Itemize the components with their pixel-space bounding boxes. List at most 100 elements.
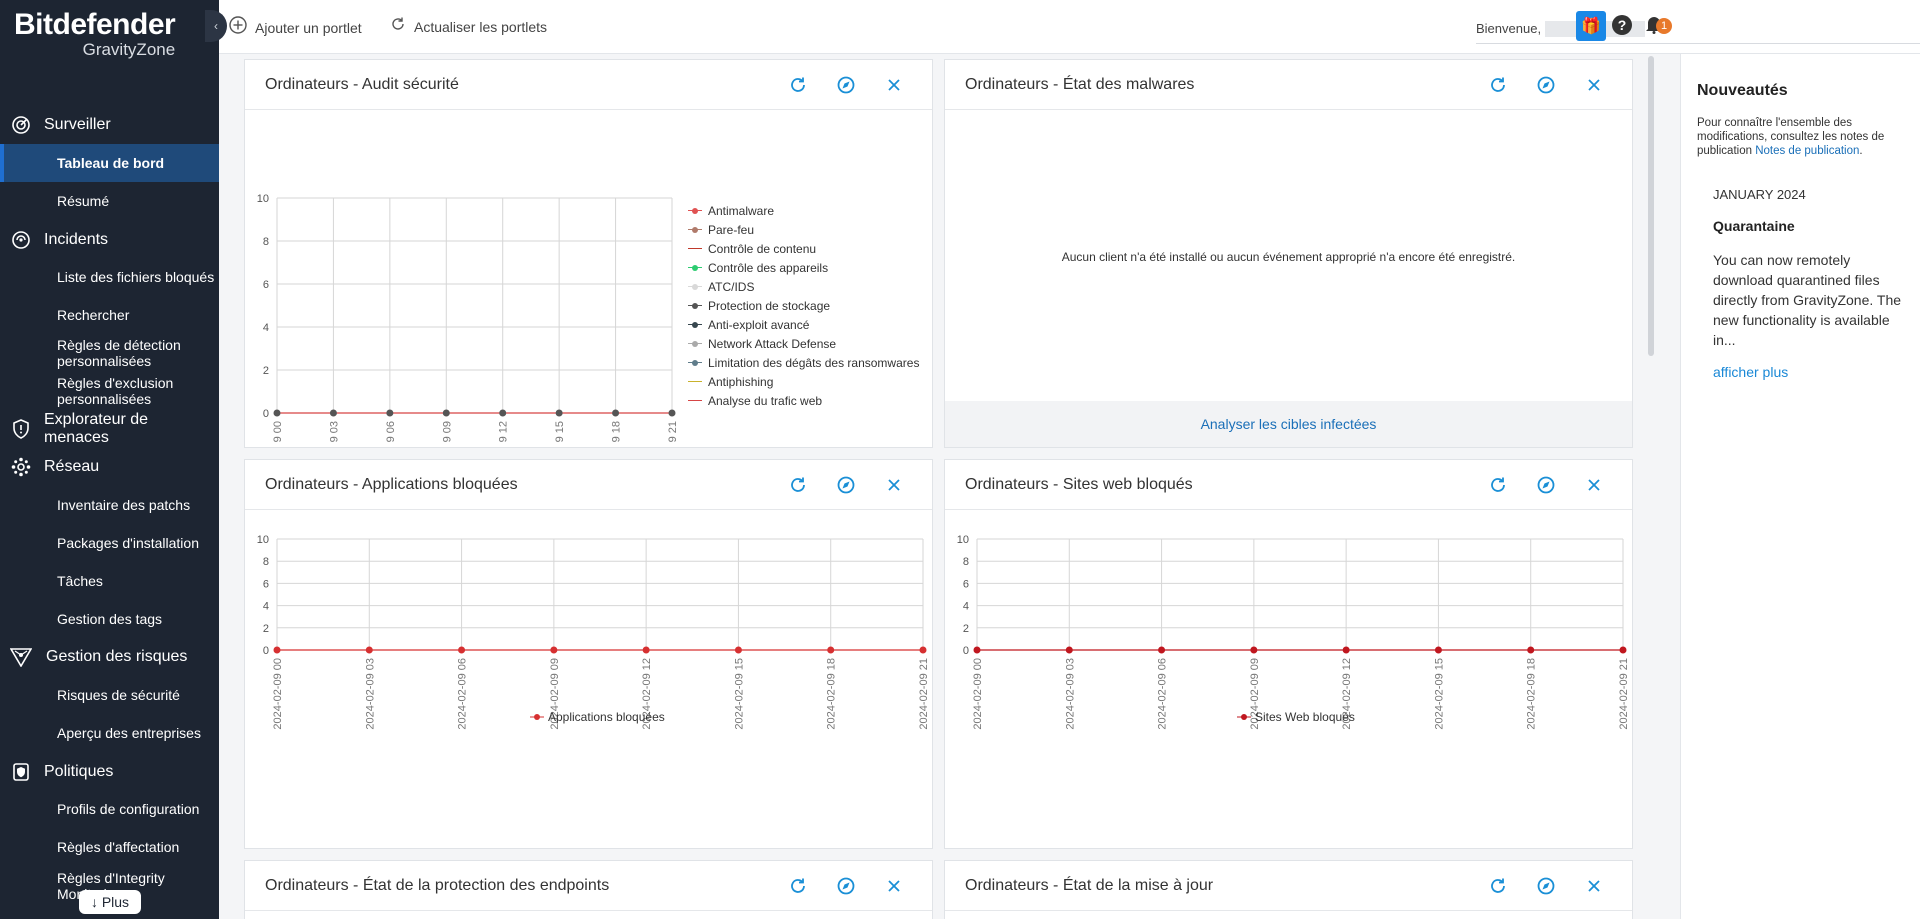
sidebar: Bitdefender GravityZone Surveiller Table… <box>0 0 219 919</box>
legend-item[interactable]: Limitation des dégâts des ransomwares <box>688 356 919 370</box>
sidebar-item-apercu-entreprises[interactable]: Aperçu des entreprises <box>0 722 219 744</box>
edit-button[interactable] <box>1522 875 1570 897</box>
section-surveiller[interactable]: Surveiller <box>0 113 219 137</box>
portlet-applications-bloquees: Ordinateurs - Applications bloquées 0 2 4 6… <box>244 459 933 849</box>
section-incidents[interactable]: Incidents <box>0 228 219 252</box>
x-tick-label: 2024-02-09 21 <box>1618 658 1630 730</box>
legend-item[interactable]: Network Attack Defense <box>688 337 836 351</box>
help-button[interactable]: ? <box>1612 15 1632 35</box>
sidebar-item-rechercher[interactable]: Rechercher <box>0 304 219 326</box>
sidebar-item-resume[interactable]: Résumé <box>0 190 219 212</box>
legend-label: Contrôle de contenu <box>708 242 817 256</box>
notification-badge: 1 <box>1656 18 1672 34</box>
logo-brand: Bitdefender <box>14 8 176 41</box>
sidebar-item-profils-config[interactable]: Profils de configuration <box>0 798 219 820</box>
y-tick-label: 6 <box>963 578 969 590</box>
legend-item[interactable]: Anti-exploit avancé <box>688 318 809 332</box>
gift-button[interactable]: 🎁 <box>1576 11 1606 41</box>
y-tick-label: 0 <box>263 408 269 420</box>
close-button[interactable] <box>870 875 918 897</box>
refresh-button[interactable] <box>774 875 822 897</box>
legend-item[interactable]: Antimalware <box>688 204 774 218</box>
edit-button[interactable] <box>1522 74 1570 96</box>
close-button[interactable] <box>1570 875 1618 897</box>
section-explorateur[interactable]: Explorateur de menaces <box>0 409 219 449</box>
close-icon <box>888 880 900 892</box>
refresh-button[interactable] <box>1474 875 1522 897</box>
refresh-button[interactable] <box>1474 74 1522 96</box>
legend-label: Sites Web bloqués <box>1255 710 1355 724</box>
sidebar-item-taches[interactable]: Tâches <box>0 570 219 592</box>
y-tick-label: 0 <box>963 645 969 657</box>
legend-item[interactable]: Analyse du trafic web <box>688 394 822 408</box>
legend-item[interactable]: Contrôle des appareils <box>688 261 828 275</box>
sidebar-item-regles-exclusion[interactable]: Règles d'exclusion personnalisées <box>0 374 219 408</box>
sidebar-item-regles-detection[interactable]: Règles de détection personnalisées <box>0 336 219 370</box>
portlet-title: Ordinateurs - Audit sécurité <box>265 75 459 93</box>
data-point <box>1342 646 1350 654</box>
data-point <box>1158 646 1166 654</box>
release-notes-link[interactable]: Notes de publication <box>1755 145 1859 157</box>
user-menu[interactable]: Bienvenue, ▼ <box>1476 14 1920 44</box>
legend-item[interactable]: Protection de stockage <box>688 299 830 313</box>
refresh-portlets-label: Actualiser les portlets <box>414 18 548 35</box>
edit-button[interactable] <box>822 875 870 897</box>
section-politiques[interactable]: Politiques <box>0 760 219 784</box>
legend-swatch <box>688 244 702 254</box>
legend-swatch <box>688 396 702 406</box>
refresh-icon <box>791 477 805 492</box>
add-portlet-label: Ajouter un portlet <box>255 19 362 36</box>
x-tick-label: 2024-02-09 18 <box>826 658 838 730</box>
more-button[interactable]: ↓ Plus <box>79 890 141 914</box>
legend-swatch <box>688 320 702 330</box>
data-point <box>1250 646 1258 654</box>
data-point <box>1434 646 1442 654</box>
legend-label: ATC/IDS <box>708 280 755 294</box>
sidebar-item-tableau-de-bord[interactable]: Tableau de bord <box>0 144 219 182</box>
edit-button[interactable] <box>822 74 870 96</box>
add-portlet-button[interactable]: Ajouter un portlet <box>229 16 362 39</box>
close-button[interactable] <box>1570 474 1618 496</box>
sidebar-item-fichiers-bloques[interactable]: Liste des fichiers bloqués <box>0 260 219 294</box>
portlet-header: Ordinateurs - Applications bloquées <box>245 460 932 510</box>
close-button[interactable] <box>1570 74 1618 96</box>
refresh-button[interactable] <box>1474 474 1522 496</box>
scrollbar[interactable] <box>1648 56 1654 356</box>
legend-swatch <box>688 358 702 368</box>
monitor-icon <box>10 114 32 136</box>
section-reseau[interactable]: Réseau <box>0 455 219 479</box>
sidebar-item-inventaire-patchs[interactable]: Inventaire des patchs <box>0 494 219 516</box>
data-point <box>499 409 507 417</box>
legend-label: Applications bloquées <box>548 710 665 724</box>
legend-item[interactable]: Antiphishing <box>688 375 773 389</box>
close-button[interactable] <box>870 74 918 96</box>
risk-icon <box>10 646 32 668</box>
data-point <box>550 646 558 654</box>
refresh-portlets-button[interactable]: Actualiser les portlets <box>390 16 547 37</box>
refresh-button[interactable] <box>774 74 822 96</box>
scan-infected-link[interactable]: Analyser les cibles infectées <box>945 401 1632 447</box>
edit-button[interactable] <box>822 474 870 496</box>
sidebar-item-regles-affectation[interactable]: Règles d'affectation <box>0 836 219 858</box>
bitdefender-logo[interactable]: Bitdefender GravityZone <box>14 8 176 59</box>
sidebar-item-risques-securite[interactable]: Risques de sécurité <box>0 684 219 706</box>
legend-item[interactable]: Contrôle de contenu <box>688 242 816 256</box>
legend-item[interactable]: ATC/IDS <box>688 280 754 294</box>
refresh-button[interactable] <box>774 474 822 496</box>
refresh-icon <box>1491 878 1505 893</box>
sidebar-item-packages[interactable]: Packages d'installation <box>0 532 219 554</box>
show-more-link[interactable]: afficher plus <box>1713 364 1788 380</box>
edit-button[interactable] <box>1522 474 1570 496</box>
y-tick-label: 10 <box>957 534 969 546</box>
section-label: Incidents <box>44 231 109 248</box>
network-icon <box>10 456 32 478</box>
legend-label: Contrôle des appareils <box>708 261 829 275</box>
y-tick-label: 6 <box>263 578 269 590</box>
data-point <box>1065 646 1073 654</box>
legend-label: Pare-feu <box>708 223 755 237</box>
sidebar-item-gestion-tags[interactable]: Gestion des tags <box>0 608 219 630</box>
data-point <box>973 646 981 654</box>
legend-item[interactable]: Pare-feu <box>688 223 754 237</box>
section-gestion-risques[interactable]: Gestion des risques <box>0 645 219 669</box>
close-button[interactable] <box>870 474 918 496</box>
